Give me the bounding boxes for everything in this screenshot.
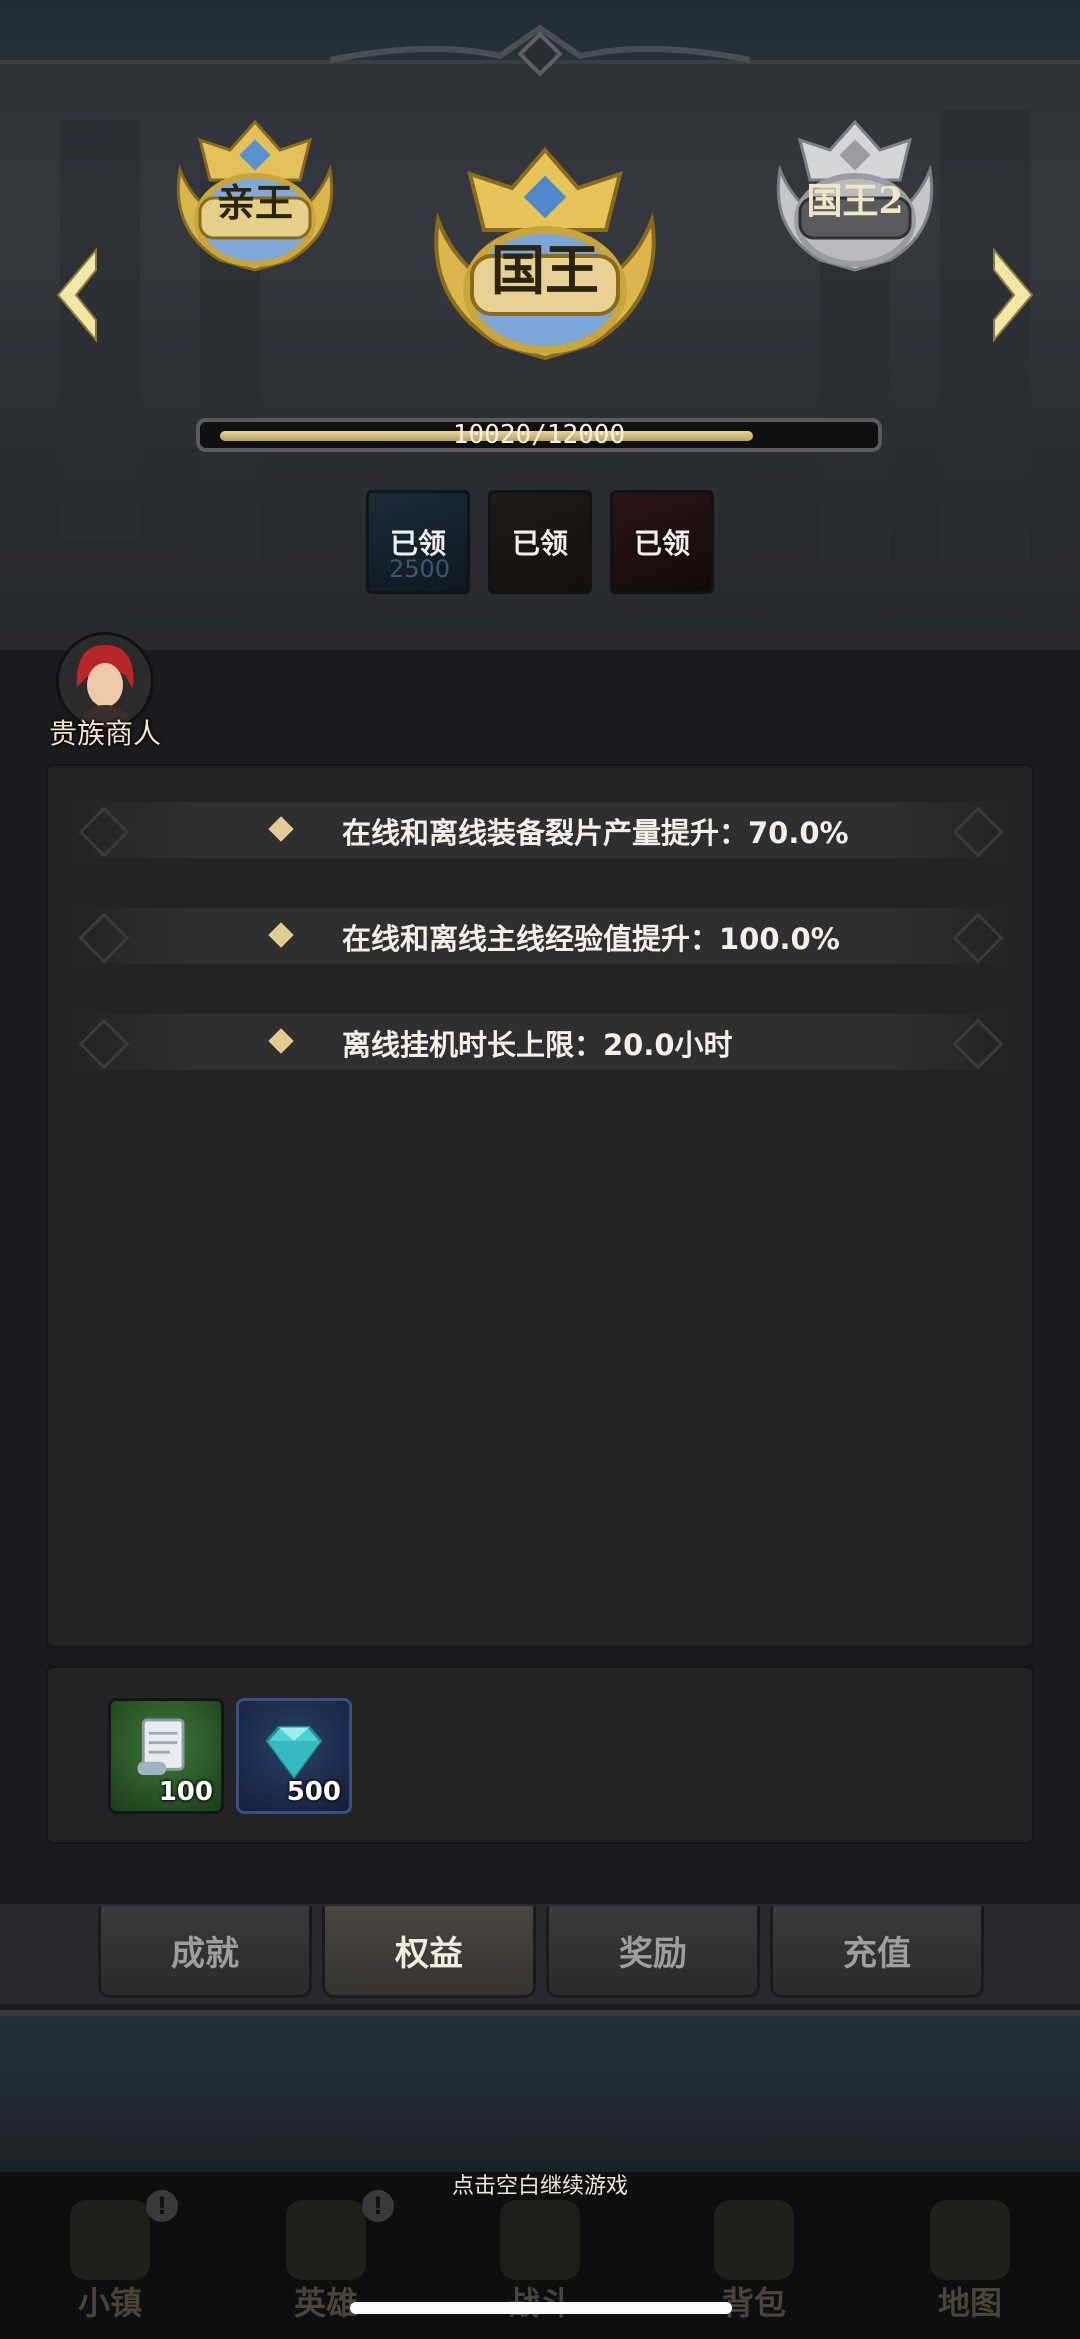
alert-icon: ! xyxy=(362,2190,394,2222)
rank-progress-bar: 10020/12000 xyxy=(196,418,882,452)
level-reward-3-claimed: 已领 xyxy=(633,527,690,560)
rank-label-current: 国王 xyxy=(491,238,599,302)
rank-label-next: 国王2 xyxy=(806,180,904,222)
tab-rewards[interactable]: 奖励 xyxy=(546,1906,760,1998)
tab-label: 奖励 xyxy=(619,1934,687,1974)
home-indicator[interactable] xyxy=(350,2302,732,2314)
nav-town[interactable]: ! 小镇 xyxy=(30,2190,190,2330)
item-count: 100 xyxy=(158,1777,213,1807)
swords-icon xyxy=(500,2200,580,2280)
item-count: 500 xyxy=(286,1777,341,1807)
benefit-row: 离线挂机时长上限：20.0小时 xyxy=(76,1014,1006,1070)
diamond-bullet-icon xyxy=(268,922,294,948)
level-reward-1-amount: 2500 xyxy=(389,555,451,583)
level-reward-1[interactable]: 2500 已领 xyxy=(366,490,470,594)
next-rank-arrow[interactable] xyxy=(978,240,1038,350)
level-reward-2-claimed: 已领 xyxy=(511,527,568,560)
nav-label: 背包 xyxy=(721,2284,786,2322)
row-ornament-right xyxy=(952,912,1004,964)
rank-label-prev: 亲王 xyxy=(216,180,293,225)
benefits-panel: 在线和离线装备裂片产量提升：70.0% 在线和离线主线经验值提升：100.0% … xyxy=(46,764,1034,1648)
benefit-row: 在线和离线装备裂片产量提升：70.0% xyxy=(76,802,1006,858)
tab-recharge[interactable]: 充值 xyxy=(770,1906,984,1998)
level-reward-2[interactable]: 已领 xyxy=(488,490,592,594)
prev-rank-arrow[interactable] xyxy=(52,240,112,350)
tab-label: 充值 xyxy=(843,1934,911,1974)
town-icon xyxy=(70,2200,150,2280)
diamond-bullet-icon xyxy=(268,1028,294,1054)
tab-label: 权益 xyxy=(395,1934,463,1974)
game-backdrop[interactable] xyxy=(0,2016,1080,2172)
tab-achievements[interactable]: 成就 xyxy=(98,1906,312,1998)
row-ornament-left xyxy=(78,806,130,858)
reward-item-diamond[interactable]: 500 xyxy=(236,1698,352,1814)
nav-label: 英雄 xyxy=(293,2284,358,2322)
nav-label: 小镇 xyxy=(77,2284,142,2322)
map-icon xyxy=(930,2200,1010,2280)
nav-map[interactable]: 地图 xyxy=(890,2190,1050,2330)
reward-items-panel: 100 500 xyxy=(46,1666,1034,1844)
benefit-text: 在线和离线主线经验值提升：100.0% xyxy=(342,922,840,956)
reward-item-scroll[interactable]: 100 xyxy=(108,1698,224,1814)
benefit-text: 离线挂机时长上限：20.0小时 xyxy=(342,1028,733,1062)
row-ornament-left xyxy=(78,1018,130,1070)
noble-merchant-label: 贵族商人 xyxy=(48,717,161,750)
progress-text: 10020/12000 xyxy=(452,420,626,450)
backpack-icon xyxy=(714,2200,794,2280)
nav-label: 战斗 xyxy=(460,2278,620,2324)
tab-benefits[interactable]: 权益 xyxy=(322,1906,536,1998)
benefit-row: 在线和离线主线经验值提升：100.0% xyxy=(76,908,1006,964)
hero-icon xyxy=(286,2200,366,2280)
row-ornament-right xyxy=(952,1018,1004,1070)
level-reward-3[interactable]: 已领 xyxy=(610,490,714,594)
alert-icon: ! xyxy=(146,2190,178,2222)
top-ornament xyxy=(330,24,750,77)
row-ornament-right xyxy=(952,806,1004,858)
row-ornament-left xyxy=(78,912,130,964)
benefit-text: 在线和离线装备裂片产量提升：70.0% xyxy=(342,816,849,850)
nav-label: 地图 xyxy=(937,2284,1002,2322)
tab-label: 成就 xyxy=(171,1934,239,1974)
diamond-bullet-icon xyxy=(268,816,294,842)
